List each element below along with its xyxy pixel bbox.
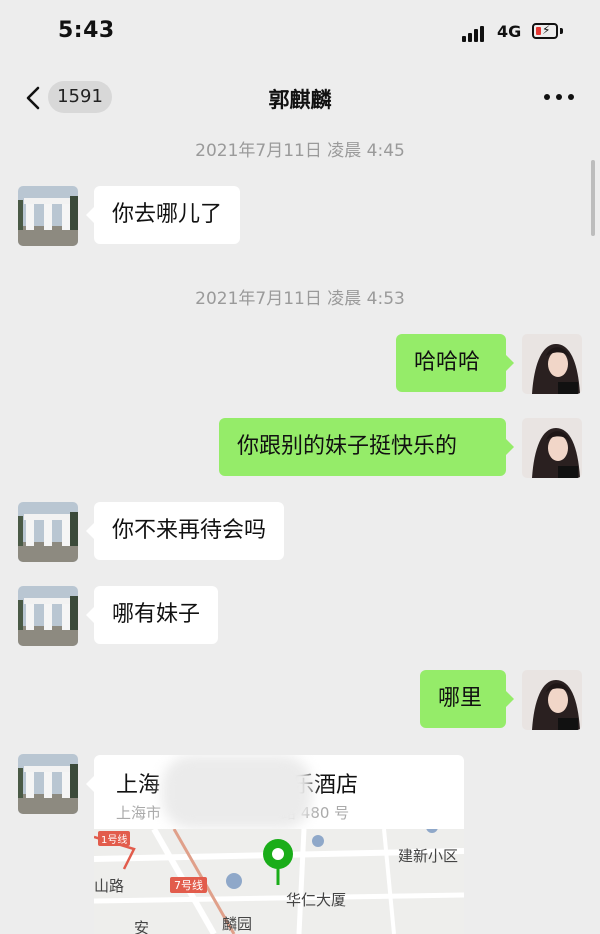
location-pin-icon [263,839,293,885]
bubble-tail [86,776,94,792]
portrait-photo-icon [522,418,582,478]
message-bubble-received[interactable]: 你去哪儿了 [85,186,241,244]
archway-photo-icon [18,502,78,562]
contact-avatar[interactable] [18,502,78,562]
portrait-photo-icon [522,334,582,394]
location-address-prefix: 上海市 [116,804,162,822]
archway-photo-icon [18,186,78,246]
message-timestamp: 2021年7月11日 凌晨 4:45 [195,141,405,161]
message-bubble-sent[interactable]: 你跟别的妹子挺快乐的 [219,418,514,476]
contact-avatar[interactable] [18,754,78,814]
message-bubble-received[interactable]: 哪有妹子 [85,586,219,644]
scrollbar[interactable] [591,160,595,236]
my-avatar[interactable] [522,334,582,394]
status-bar: 5:43 4G ⚡ [0,0,600,70]
message-bubble-sent[interactable]: 哪里 [420,670,514,728]
status-time: 5:43 [58,18,115,43]
battery-cap [560,28,563,34]
my-avatar[interactable] [522,670,582,730]
location-map[interactable]: 1号线 建新小区 山路 7号线 华仁大厦 麟园 安 [94,829,464,934]
map-label-an: 安 [134,919,150,934]
chat-title: 郭麒麟 [268,88,332,112]
signal-icon [462,24,490,42]
archway-photo-icon [18,754,78,814]
more-options-icon[interactable] [544,92,576,102]
contact-avatar[interactable] [18,186,78,246]
map-label-linyuan: 麟园 [222,915,253,933]
portrait-photo-icon [522,670,582,730]
archway-photo-icon [18,586,78,646]
battery-icon: ⚡ [532,23,558,39]
location-message-card[interactable]: 上海 乐酒店 上海市路 480 号 1号线 建新小区 山路 7号线 华仁大厦 麟园… [94,755,464,934]
network-type: 4G [497,22,522,41]
message-bubble-sent[interactable]: 哈哈哈 [396,334,514,392]
map-label-huaren: 华仁大厦 [286,891,347,909]
message-bubble-received[interactable]: 你不来再待会吗 [85,502,285,560]
map-label-metro-1: 1号线 [98,831,131,846]
map-label-shanlu: 山路 [94,877,125,895]
chat-header: 1591 郭麒麟 [0,70,600,128]
my-avatar[interactable] [522,418,582,478]
privacy-blur [162,755,312,829]
contact-avatar[interactable] [18,586,78,646]
location-name-prefix: 上海 [116,773,161,798]
map-label-jianxin: 建新小区 [398,847,459,865]
message-timestamp: 2021年7月11日 凌晨 4:53 [195,289,405,309]
map-label-metro-7: 7号线 [170,877,207,893]
